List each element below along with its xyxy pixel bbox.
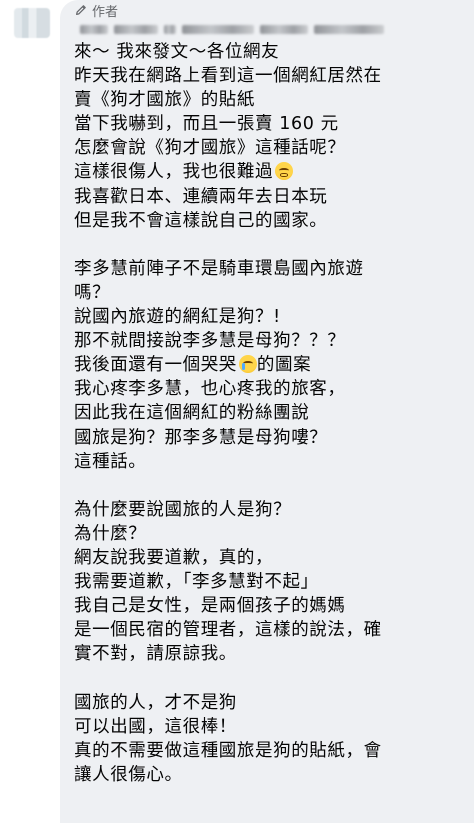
post-line: 這種話。	[74, 451, 147, 472]
post-line: 真的不需要做這種國旅是狗的貼紙，會	[74, 740, 382, 761]
post-line-suffix: 的圖案	[256, 355, 312, 376]
post-line: 那不就間接說李多慧是母狗？？？	[74, 331, 346, 352]
post-line: 我心疼李多慧，也心疼我的旅客，	[74, 379, 346, 400]
post-line: 讓人很傷心。	[74, 764, 183, 785]
post-line: 實不對，請原諒我。	[74, 644, 237, 665]
post-line: 當下我嚇到，而且一張賣 160 元	[74, 114, 339, 135]
post-line: 賣《狗才國旅》的貼紙	[74, 90, 255, 111]
post-line: 我需要道歉，「李多慧對不起」	[74, 572, 319, 593]
post-line: 昨天我在網路上看到這一個網紅居然在	[74, 66, 382, 87]
crying-face-emoji	[238, 355, 257, 374]
post-line: 這樣很傷人，我也很難過	[74, 162, 274, 183]
avatar[interactable]	[14, 8, 50, 38]
post-line: 我後面還有一個哭哭	[74, 355, 237, 376]
post-line: 因此我在這個網紅的粉絲團說	[74, 403, 310, 424]
weary-face-emoji	[275, 162, 294, 181]
post-line: 來～ 我來發文～各位網友	[74, 42, 280, 62]
post-line: 國旅的人，才不是狗	[74, 692, 237, 713]
post-line: 嗎？	[74, 282, 111, 303]
post-line: 國旅是狗？那李多慧是母狗嘍？	[74, 427, 328, 448]
author-name-redacted[interactable]	[80, 20, 384, 38]
post-line: 但是我不會這樣說自己的國家。	[74, 210, 328, 231]
post-line: 為什麼要說國旅的人是狗？	[74, 499, 292, 520]
author-label: 作者	[92, 4, 119, 20]
post-line: 為什麼？	[74, 523, 147, 544]
post-line: 我自己是女性，是兩個孩子的媽媽	[74, 596, 346, 617]
author-badge: 作者	[74, 0, 118, 20]
post-body: 來～ 我來發文～各位網友 昨天我在網路上看到這一個網紅居然在 賣《狗才國旅》的貼…	[74, 40, 469, 787]
pen-icon	[76, 5, 86, 15]
post-line: 是一個民宿的管理者，這樣的說法，確	[74, 620, 382, 641]
post-line: 可以出國，這很棒！	[74, 716, 237, 737]
post-line: 我喜歡日本、連續兩年去日本玩	[74, 186, 328, 207]
post-line: 李多慧前陣子不是騎車環島國內旅遊	[74, 258, 364, 279]
post-line: 說國內旅遊的網紅是狗？!	[74, 307, 281, 328]
post-line: 網友說我要道歉，真的，	[74, 547, 274, 568]
post-line: 怎麼會說《狗才國旅》這種話呢？	[74, 138, 346, 159]
